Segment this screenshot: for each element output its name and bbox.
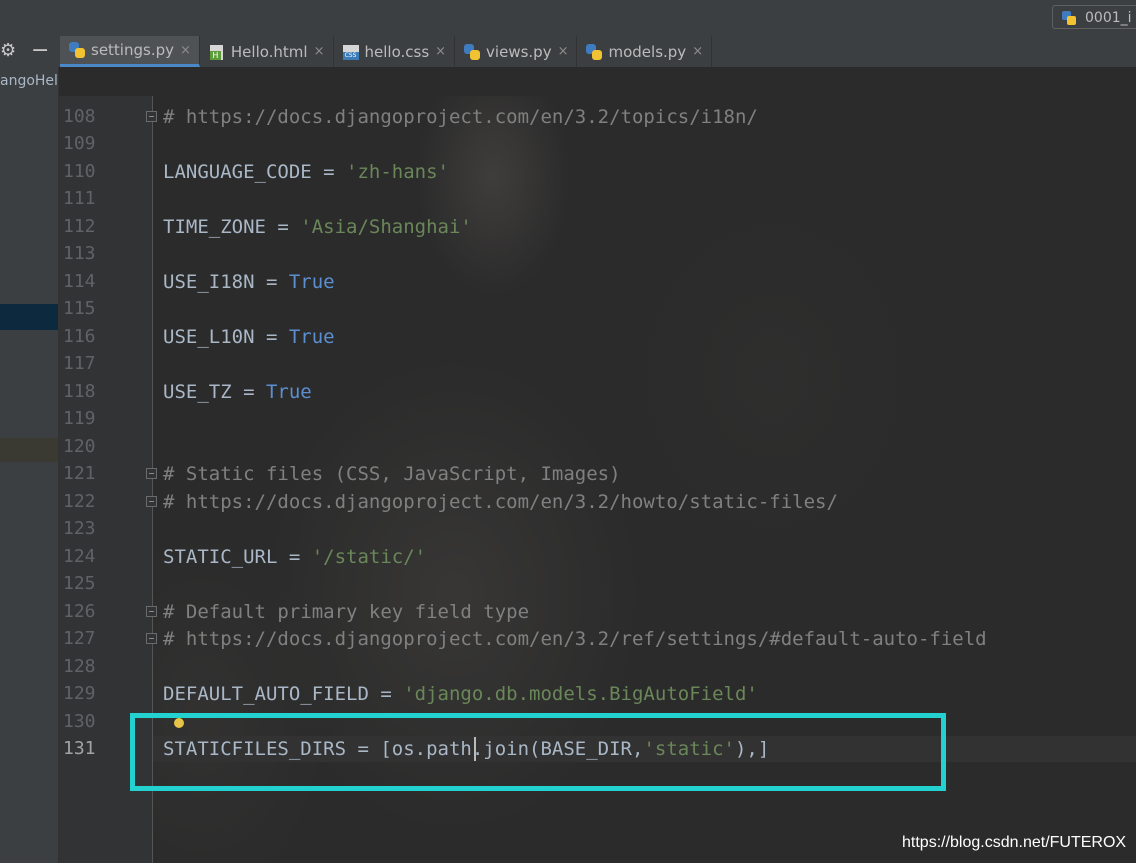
tab-models-py[interactable]: models.py × — [577, 36, 713, 67]
code-identifier: USE_L10N = — [163, 326, 289, 348]
code-string: 'Asia/Shanghai' — [300, 216, 472, 238]
close-icon[interactable]: × — [435, 44, 446, 59]
code-identifier: USE_TZ = — [163, 381, 266, 403]
line-number-current: 131 — [63, 738, 96, 759]
tab-label: settings.py — [91, 41, 174, 59]
close-icon[interactable]: × — [558, 44, 569, 59]
code-line-121[interactable]: # Static files (CSS, JavaScript, Images) — [163, 461, 621, 487]
line-number: 125 — [63, 573, 96, 594]
line-number: 118 — [63, 381, 96, 402]
line-number: 120 — [63, 436, 96, 457]
line-number: 114 — [63, 271, 96, 292]
line-number: 115 — [63, 298, 96, 319]
code-identifier: STATIC_URL = — [163, 546, 312, 568]
code-line-122[interactable]: # https://docs.djangoproject.com/en/3.2/… — [163, 489, 838, 515]
line-number: 121 — [63, 463, 96, 484]
code-keyword: True — [288, 326, 335, 348]
line-number: 122 — [63, 491, 96, 512]
python-icon — [1061, 10, 1077, 28]
code-identifier: DEFAULT_AUTO_FIELD = — [163, 683, 404, 705]
html-file-icon — [208, 43, 226, 61]
close-icon[interactable]: × — [180, 43, 191, 58]
python-file-icon — [585, 43, 603, 61]
watermark-text: https://blog.csdn.net/FUTEROX — [902, 834, 1127, 851]
python-file-icon — [463, 43, 481, 61]
line-number: 128 — [63, 656, 96, 677]
code-line-108[interactable]: # https://docs.djangoproject.com/en/3.2/… — [163, 104, 758, 130]
sidebar-selected-row[interactable] — [0, 304, 58, 330]
code-line-118[interactable]: USE_TZ = True — [163, 379, 312, 405]
sidebar-current-row — [0, 438, 58, 462]
project-name[interactable]: angoHel — [0, 73, 58, 89]
code-string: '/static/' — [311, 546, 427, 568]
code-identifier: USE_I18N = — [163, 271, 289, 293]
tab-hello-html[interactable]: Hello.html × — [200, 36, 334, 67]
line-number: 124 — [63, 546, 96, 567]
tab-label: Hello.html — [230, 42, 308, 61]
code-line-112[interactable]: TIME_ZONE = 'Asia/Shanghai' — [163, 214, 472, 240]
code-identifier: LANGUAGE_CODE = — [163, 161, 347, 183]
run-configuration-selector[interactable]: 0001_i — [1052, 5, 1136, 29]
line-number: 113 — [63, 243, 96, 264]
code-line-110[interactable]: LANGUAGE_CODE = 'zh-hans' — [163, 159, 449, 185]
fold-marker-icon[interactable] — [146, 468, 157, 479]
line-number: 109 — [63, 133, 96, 154]
line-number: 108 — [63, 106, 96, 127]
annotation-highlight-box — [130, 713, 946, 791]
minimize-icon[interactable]: − — [31, 38, 49, 64]
close-icon[interactable]: × — [314, 44, 325, 59]
line-number: 119 — [63, 408, 96, 429]
line-number: 116 — [63, 326, 96, 347]
code-keyword: True — [265, 381, 312, 403]
code-string: 'zh-hans' — [346, 161, 449, 183]
code-string: 'django.db.models.BigAutoField' — [403, 683, 758, 705]
fold-marker-icon[interactable] — [146, 496, 157, 507]
code-line-126[interactable]: # Default primary key field type — [163, 599, 529, 625]
project-sidebar[interactable]: angoHel — [0, 67, 59, 863]
line-number: 111 — [63, 188, 96, 209]
code-line-129[interactable]: DEFAULT_AUTO_FIELD = 'django.db.models.B… — [163, 681, 758, 707]
tab-hello-css[interactable]: hello.css × — [334, 36, 456, 67]
title-bar: 0001_i — [0, 0, 1136, 37]
tab-label: models.py — [608, 42, 687, 61]
code-line-124[interactable]: STATIC_URL = '/static/' — [163, 544, 426, 570]
code-line-116[interactable]: USE_L10N = True — [163, 324, 335, 350]
line-number: 129 — [63, 683, 96, 704]
code-identifier: TIME_ZONE = — [163, 216, 301, 238]
css-file-icon — [342, 43, 360, 61]
line-number: 126 — [63, 601, 96, 622]
run-configuration-label: 0001_i — [1085, 10, 1132, 26]
code-keyword: True — [288, 271, 335, 293]
code-line-127[interactable]: # https://docs.djangoproject.com/en/3.2/… — [163, 626, 987, 652]
gear-icon[interactable]: ⚙ — [0, 38, 16, 64]
line-number: 112 — [63, 216, 96, 237]
close-icon[interactable]: × — [692, 44, 703, 59]
fold-marker-icon[interactable] — [146, 633, 157, 644]
tab-label: views.py — [486, 42, 552, 61]
line-number: 110 — [63, 161, 96, 182]
python-file-icon — [68, 41, 86, 59]
line-number: 123 — [63, 518, 96, 539]
tab-views-py[interactable]: views.py × — [455, 36, 578, 67]
code-line-114[interactable]: USE_I18N = True — [163, 269, 335, 295]
line-number: 130 — [63, 711, 96, 732]
tab-settings-py[interactable]: settings.py × — [60, 36, 200, 67]
fold-marker-icon[interactable] — [146, 111, 157, 122]
tab-label: hello.css — [364, 42, 430, 61]
fold-marker-icon[interactable] — [146, 606, 157, 617]
line-number: 117 — [63, 353, 96, 374]
editor-tabs: settings.py × Hello.html × hello.css × v… — [60, 36, 713, 67]
line-number: 127 — [63, 628, 96, 649]
